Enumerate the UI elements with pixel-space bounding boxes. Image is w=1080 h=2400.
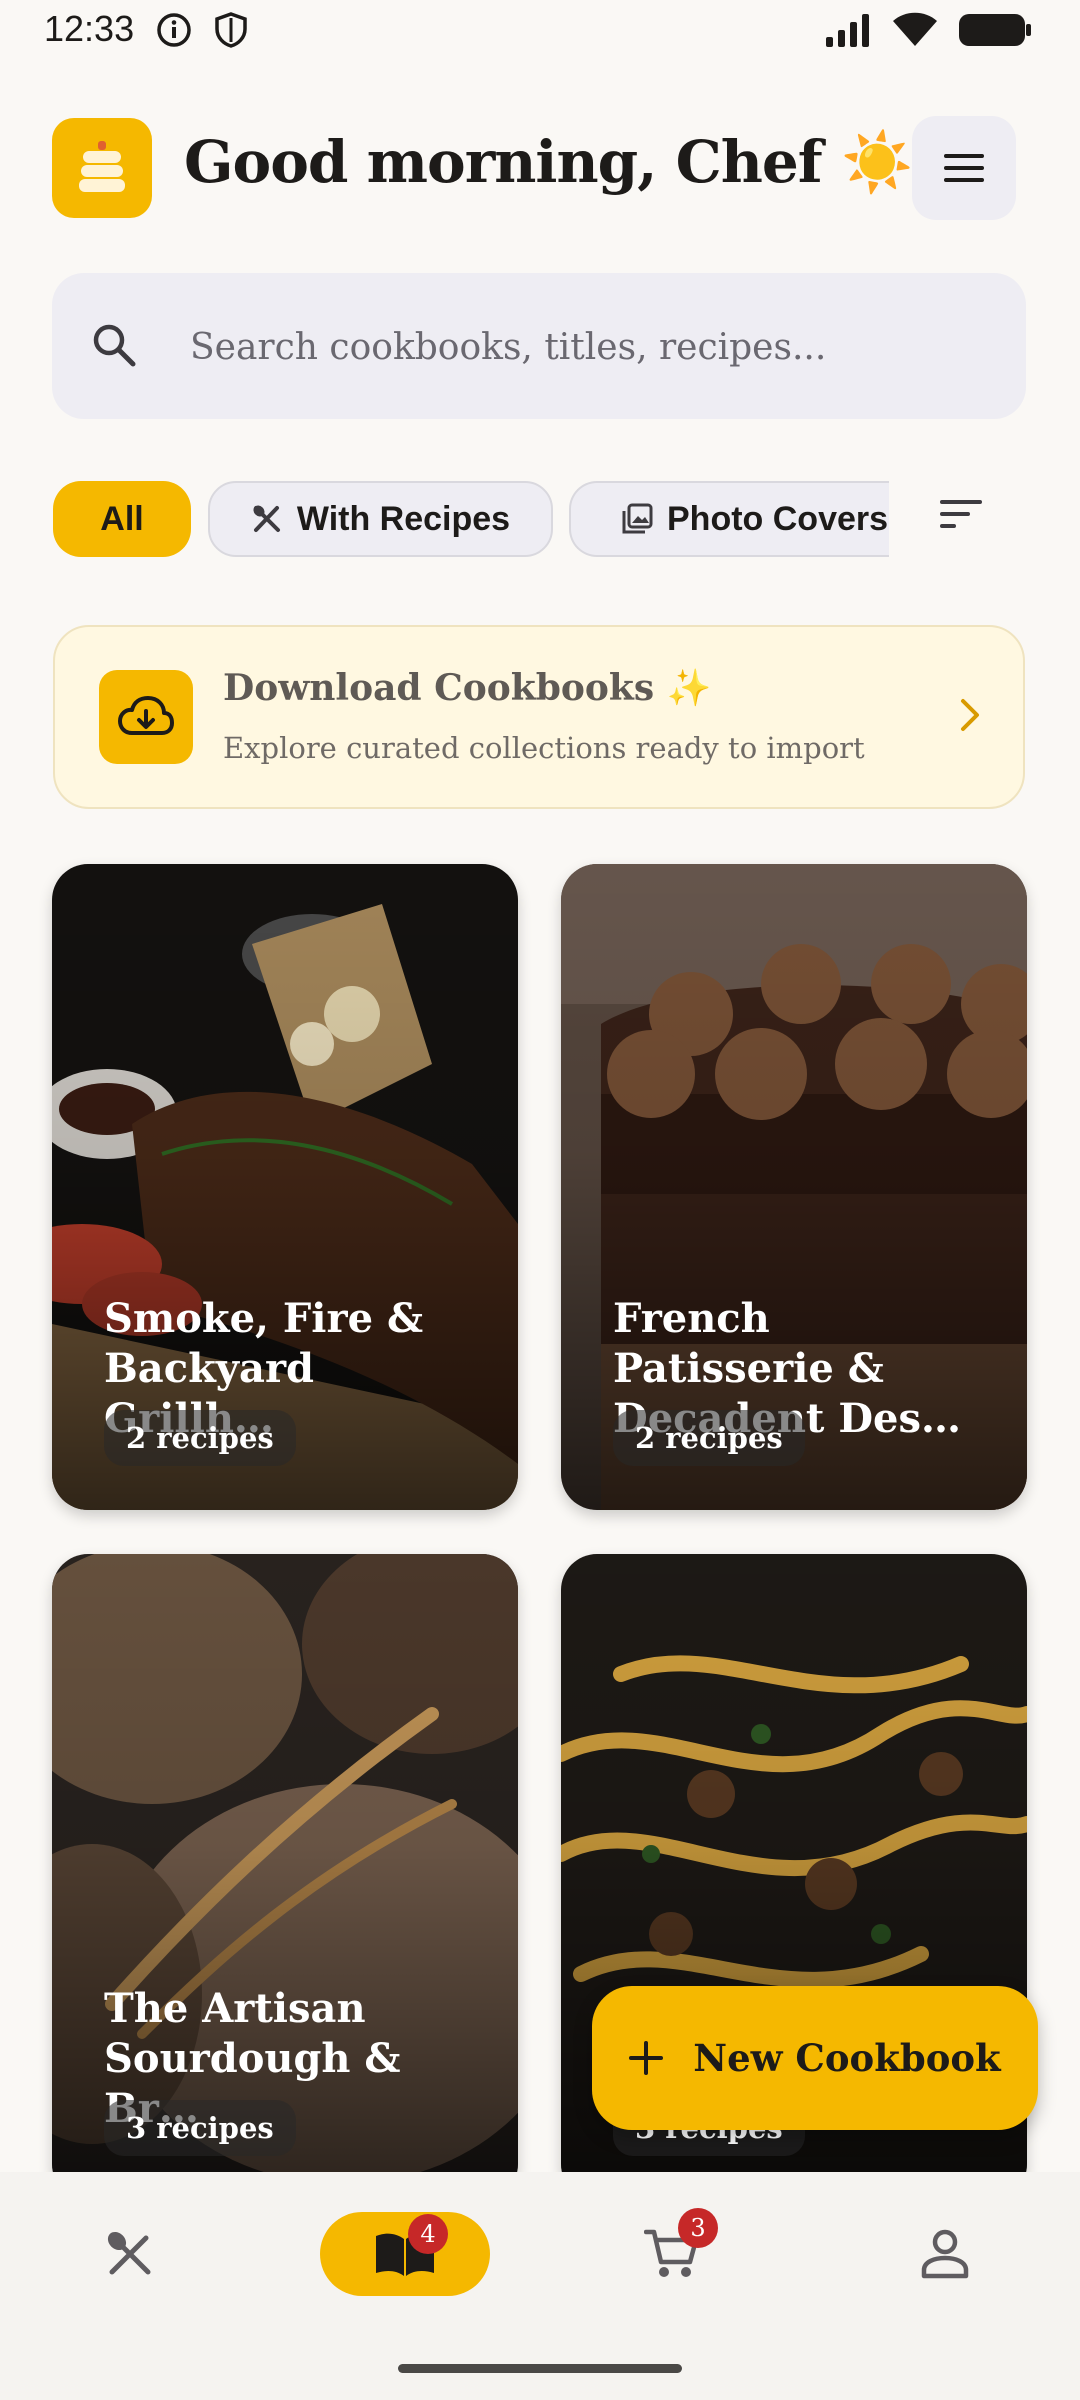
battery-icon	[959, 14, 1031, 46]
recipe-count: 2 recipes	[104, 1410, 296, 1466]
wifi-icon	[893, 12, 937, 46]
cookbook-card[interactable]: Smoke, Fire & Backyard Grillh… 2 recipes	[52, 864, 518, 1510]
person-icon	[921, 2229, 969, 2279]
status-time: 12:33	[44, 8, 135, 49]
info-icon	[157, 13, 191, 47]
greeting-title: Good morning, Chef ☀️	[184, 128, 913, 196]
app-logo	[52, 118, 152, 218]
recipe-count: 3 recipes	[104, 2100, 296, 2156]
filter-chip-label: Photo Covers	[667, 499, 889, 538]
filter-chip-label: With Recipes	[296, 499, 511, 538]
pancake-stack-icon	[79, 141, 125, 192]
new-cookbook-label: New Cookbook	[693, 2036, 1001, 2080]
banner-title: Download Cookbooks ✨	[223, 667, 712, 709]
nav-cookbooks[interactable]: 4	[320, 2212, 490, 2296]
search-icon	[93, 324, 136, 367]
plus-icon	[629, 2041, 664, 2075]
filter-chip-label: All	[100, 499, 144, 538]
hamburger-menu-icon	[944, 154, 984, 182]
status-left-icons	[156, 12, 248, 48]
cookbook-card[interactable]: The Artisan Sourdough & Br… 3 recipes	[52, 1554, 518, 2200]
utensils-icon	[253, 505, 280, 532]
search-input[interactable]	[188, 273, 992, 421]
utensils-icon	[107, 2231, 151, 2275]
sort-icon[interactable]	[940, 498, 984, 530]
menu-button[interactable]	[912, 116, 1016, 220]
nav-shopping-cart[interactable]: 3	[644, 2208, 718, 2280]
status-right-icons	[824, 12, 1032, 48]
nav-recipes[interactable]	[104, 2228, 156, 2280]
download-cookbooks-banner[interactable]: Download Cookbooks ✨ Explore curated col…	[53, 625, 1025, 809]
new-cookbook-button[interactable]: New Cookbook	[592, 1986, 1038, 2130]
recipe-count: 2 recipes	[613, 1410, 805, 1466]
filter-chip-all[interactable]: All	[53, 481, 191, 557]
shield-icon	[215, 12, 247, 48]
banner-subtitle: Explore curated collections ready to imp…	[223, 731, 865, 765]
cookbook-card[interactable]: French Patisserie & Decadent Des… 2 reci…	[561, 864, 1027, 1510]
chevron-right-icon	[961, 699, 979, 731]
nav-profile[interactable]	[920, 2228, 970, 2280]
cookbooks-badge: 4	[408, 2214, 448, 2254]
home-indicator[interactable]	[398, 2364, 682, 2373]
filter-chip-with-recipes[interactable]: With Recipes	[208, 481, 553, 557]
signal-icon	[826, 14, 869, 47]
cloud-download-icon	[99, 670, 193, 764]
cart-badge: 3	[678, 2208, 718, 2248]
search-bar[interactable]	[52, 273, 1026, 421]
filter-chip-photo-covers[interactable]: Photo Covers	[569, 481, 889, 557]
image-icon	[622, 503, 653, 534]
